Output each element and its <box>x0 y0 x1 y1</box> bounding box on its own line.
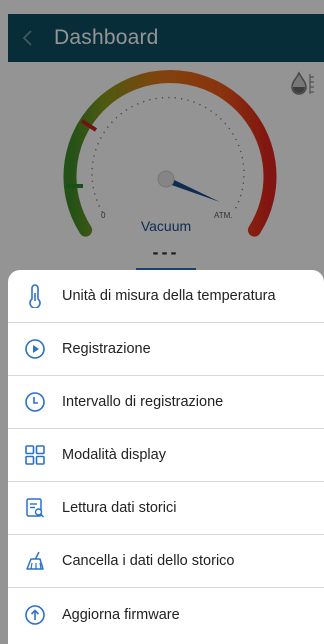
menu-item-label: Unità di misura della temperatura <box>62 288 276 304</box>
bottom-sheet-menu: Unità di misura della temperatura Regist… <box>8 270 324 644</box>
broom-icon <box>8 550 62 572</box>
menu-item-label: Aggiorna firmware <box>62 606 180 623</box>
menu-item-recording[interactable]: Registrazione <box>8 323 324 376</box>
menu-item-label: Registrazione <box>62 341 151 357</box>
play-circle-icon <box>8 338 62 360</box>
grid-icon <box>8 444 62 466</box>
history-search-icon <box>8 497 62 519</box>
menu-item-label: Lettura dati storici <box>62 500 177 516</box>
clock-icon <box>8 391 62 413</box>
menu-item-recording-interval[interactable]: Intervallo di registrazione <box>8 376 324 429</box>
menu-item-display-mode[interactable]: Modalità display <box>8 429 324 482</box>
menu-item-label: Intervallo di registrazione <box>62 394 224 410</box>
menu-item-clear-history[interactable]: Cancella i dati dello storico <box>8 535 324 588</box>
menu-item-update-firmware[interactable]: Aggiorna firmware <box>8 588 324 641</box>
menu-item-temperature-unit[interactable]: Unità di misura della temperatura <box>8 270 324 323</box>
menu-item-label: Modalità display <box>62 447 166 463</box>
menu-item-read-history[interactable]: Lettura dati storici <box>8 482 324 535</box>
upload-circle-icon <box>8 604 62 626</box>
thermometer-icon <box>8 284 62 308</box>
menu-item-label: Cancella i dati dello storico <box>62 553 235 569</box>
